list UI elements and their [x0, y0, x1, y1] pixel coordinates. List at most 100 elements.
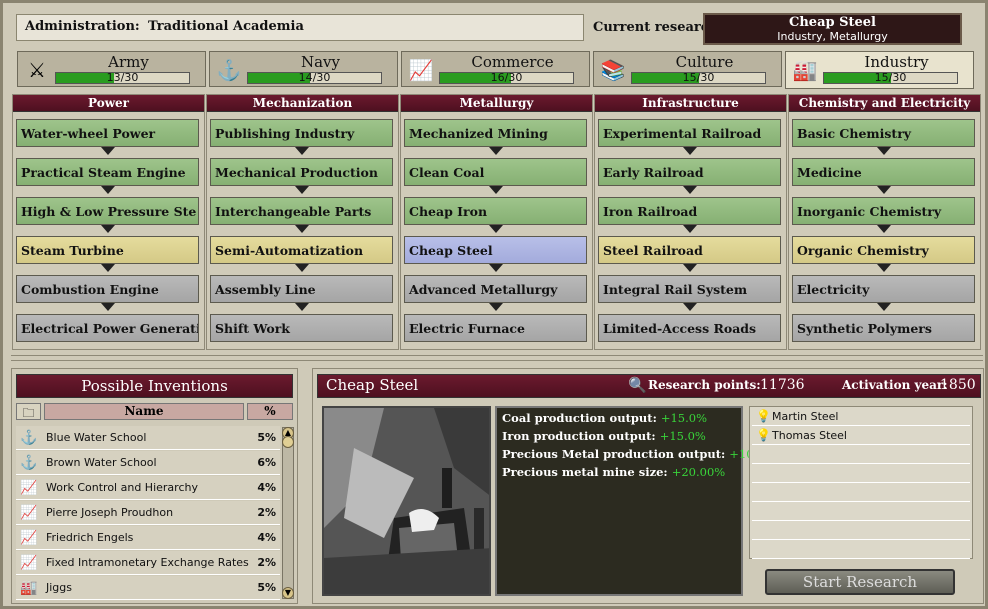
tech-item[interactable]: Synthetic Polymers [792, 314, 975, 342]
scroll-thumb[interactable] [282, 436, 294, 448]
arrow-down-icon [101, 303, 115, 311]
invention-row[interactable]: 📈 Work Control and Hierarchy 4% [16, 476, 280, 500]
percent-column-header[interactable]: % [247, 403, 293, 420]
arrow-down-icon [295, 225, 309, 233]
tab-progress-text: 14/30 [298, 71, 331, 84]
tab-commerce[interactable]: 📈 Commerce 16/30 [401, 51, 590, 87]
effect-label: Coal production output: [502, 411, 657, 425]
activation-year-value: 1850 [940, 377, 976, 393]
arrow-down-icon [877, 303, 891, 311]
inventions-scrollbar[interactable]: ▲ ▼ [282, 427, 294, 599]
tech-item[interactable]: Water-wheel Power [16, 119, 199, 147]
tech-item[interactable]: Cheap Iron [404, 197, 587, 225]
invention-percent: 2% [257, 506, 276, 519]
arrow-down-icon [489, 303, 503, 311]
factory-icon: 🏭 [792, 58, 818, 82]
invention-row[interactable]: 📈 Fixed Intramonetary Exchange Rates 2% [16, 551, 280, 575]
effect-value: +20.00% [671, 465, 726, 479]
arrow-down-icon [489, 147, 503, 155]
tech-item[interactable]: Practical Steam Engine [16, 158, 199, 186]
invention-row[interactable]: ⚓ Blue Water School 5% [16, 426, 280, 450]
empty-list-row [752, 522, 970, 540]
name-column-header[interactable]: Name [44, 403, 244, 420]
tech-item[interactable]: Mechanized Mining [404, 119, 587, 147]
arrow-down-icon [489, 264, 503, 272]
arrow-down-icon [489, 186, 503, 194]
tech-item[interactable]: Mechanical Production [210, 158, 393, 186]
arrow-down-icon [877, 186, 891, 194]
tech-item[interactable]: Advanced Metallurgy [404, 275, 587, 303]
invention-row[interactable]: 📈 Friedrich Engels 4% [16, 526, 280, 550]
current-research-name: Cheap Steel [789, 15, 876, 30]
column-title: Mechanization [207, 95, 398, 112]
invention-row[interactable]: 🏭 Jiggs 5% [16, 576, 280, 600]
tech-item[interactable]: Integral Rail System [598, 275, 781, 303]
tech-item[interactable]: Cheap Steel [404, 236, 587, 264]
tech-item[interactable]: Experimental Railroad [598, 119, 781, 147]
empty-list-row [752, 541, 970, 559]
tab-label: Industry [864, 53, 929, 71]
tab-progress-bar: 15/30 [823, 71, 958, 84]
invention-row[interactable]: 📈 Pierre Joseph Proudhon 2% [16, 501, 280, 525]
tab-label: Culture [675, 53, 734, 71]
invention-name: Friedrich Engels [46, 531, 134, 544]
tech-item[interactable]: Publishing Industry [210, 119, 393, 147]
effects-box: Coal production output: +15.0% Iron produ… [495, 406, 775, 596]
tab-army[interactable]: ⚔ Army 13/30 [17, 51, 206, 87]
tech-item[interactable]: Basic Chemistry [792, 119, 975, 147]
unlocks-list: 💡 Martin Steel 💡 Thomas Steel [749, 406, 973, 559]
tab-industry[interactable]: 🏭 Industry 15/30 [785, 51, 974, 89]
tech-item[interactable]: Semi-Automatization [210, 236, 393, 264]
arrow-down-icon [489, 225, 503, 233]
tab-culture[interactable]: 📚 Culture 15/30 [593, 51, 782, 87]
tab-navy[interactable]: ⚓ Navy 14/30 [209, 51, 398, 87]
arrow-down-icon [101, 264, 115, 272]
tech-item[interactable]: High & Low Pressure Ste ... [16, 197, 199, 225]
crossed-swords-icon: ⚔ [28, 58, 46, 82]
current-research-category: Industry, Metallurgy [777, 30, 888, 43]
activation-year-label: Activation year: [842, 378, 948, 392]
effect-line: Precious metal mine size: +20.00% [502, 465, 725, 479]
effect-value: +15.0% [660, 411, 708, 425]
factory-icon: 🏭 [20, 580, 38, 596]
start-research-button[interactable]: Start Research [765, 569, 955, 595]
unlock-item[interactable]: 💡 Thomas Steel [752, 427, 970, 445]
folder-icon[interactable]: 🗀 [16, 403, 41, 420]
tech-item[interactable]: Limited-Access Roads [598, 314, 781, 342]
scroll-down-icon[interactable]: ▼ [282, 587, 294, 599]
tech-item[interactable]: Inorganic Chemistry [792, 197, 975, 225]
tech-item[interactable]: Clean Coal [404, 158, 587, 186]
inventions-title: Possible Inventions [16, 374, 293, 398]
tech-item[interactable]: Early Railroad [598, 158, 781, 186]
tech-item[interactable]: Iron Railroad [598, 197, 781, 225]
arrow-down-icon [877, 147, 891, 155]
effect-line: Coal production output: +15.0% [502, 411, 707, 425]
tech-item[interactable]: Organic Chemistry [792, 236, 975, 264]
anchor-icon: ⚓ [20, 455, 38, 471]
research-points-value: 11736 [760, 377, 805, 393]
invention-name: Work Control and Hierarchy [46, 481, 198, 494]
tech-item[interactable]: Electricity [792, 275, 975, 303]
tech-item[interactable]: Medicine [792, 158, 975, 186]
invention-percent: 5% [257, 431, 276, 444]
tech-item[interactable]: Steel Railroad [598, 236, 781, 264]
invention-percent: 4% [257, 481, 276, 494]
tab-progress-text: 13/30 [106, 71, 139, 84]
effect-label: Precious Metal production output: [502, 447, 726, 461]
research-points-label: Research points: [648, 378, 761, 392]
tech-item[interactable]: Shift Work [210, 314, 393, 342]
tech-item[interactable]: Steam Turbine [16, 236, 199, 264]
tech-illustration [322, 406, 491, 596]
tech-item[interactable]: Electric Furnace [404, 314, 587, 342]
tech-item[interactable]: Combustion Engine [16, 275, 199, 303]
tech-column-mechanization: Mechanization Publishing Industry Mechanic… [206, 94, 399, 350]
tab-progress-bar: 14/30 [247, 71, 382, 84]
tech-item[interactable]: Assembly Line [210, 275, 393, 303]
column-title: Metallurgy [401, 95, 592, 112]
tech-item[interactable]: Electrical Power Generation [16, 314, 199, 342]
invention-row[interactable]: ⚓ Brown Water School 6% [16, 451, 280, 475]
unlock-item[interactable]: 💡 Martin Steel [752, 408, 970, 426]
inventions-panel: Possible Inventions 🗀 Name % ⚓ Blue Wate… [11, 368, 298, 604]
tech-item[interactable]: Interchangeable Parts [210, 197, 393, 225]
current-research-box[interactable]: Cheap Steel Industry, Metallurgy [703, 13, 962, 45]
